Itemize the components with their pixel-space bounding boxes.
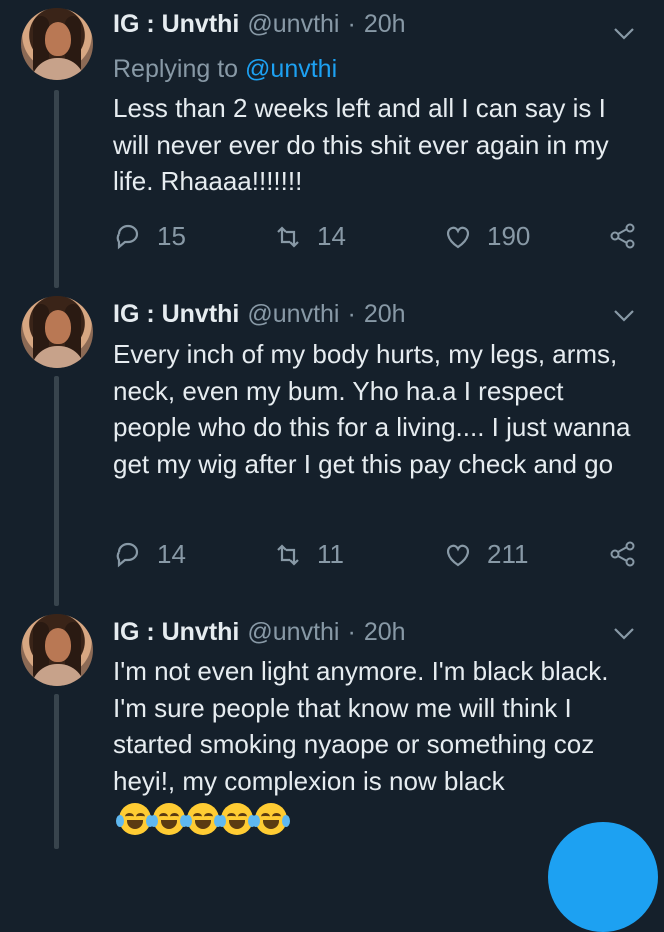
- like-button[interactable]: 190: [443, 221, 530, 252]
- separator: ·: [347, 299, 356, 328]
- chevron-down-icon[interactable]: [612, 622, 636, 646]
- face-with-tears-of-joy-icon: [218, 803, 256, 836]
- face-with-tears-of-joy-icon: [252, 803, 290, 836]
- avatar[interactable]: [21, 296, 93, 368]
- face-with-tears-of-joy-icon: [150, 803, 188, 836]
- face-with-tears-of-joy-icon: [116, 803, 154, 836]
- timestamp[interactable]: 20h: [364, 10, 406, 39]
- tweet-text: Every inch of my body hurts, my legs, ar…: [113, 339, 631, 479]
- compose-tweet-button[interactable]: [548, 822, 658, 932]
- separator: ·: [347, 617, 356, 646]
- reply-button[interactable]: 15: [113, 221, 186, 252]
- heart-icon: [446, 226, 470, 248]
- retweet-button[interactable]: 11: [273, 539, 344, 570]
- like-count: 190: [487, 221, 531, 251]
- avatar[interactable]: [21, 614, 93, 686]
- tweet-header: IG : Unvthi @unvthi · 20h: [113, 296, 406, 332]
- replying-mention[interactable]: @unvthi: [245, 55, 337, 83]
- share-button[interactable]: [608, 221, 638, 251]
- retweet-count: 11: [317, 539, 344, 569]
- retweet-icon: [277, 225, 299, 248]
- tweet[interactable]: IG : Unvthi @unvthi · 20h I'm not even l…: [0, 610, 664, 849]
- handle[interactable]: @unvthi: [247, 618, 339, 647]
- replying-prefix: Replying to: [113, 55, 239, 83]
- thread-line: [54, 376, 59, 606]
- like-button[interactable]: 211: [443, 539, 528, 570]
- retweet-button[interactable]: 14: [273, 221, 346, 252]
- timestamp[interactable]: 20h: [364, 618, 406, 647]
- timestamp[interactable]: 20h: [364, 300, 406, 329]
- retweet-count: 14: [317, 221, 346, 251]
- tweet-actions: 15 14 190: [113, 221, 643, 257]
- emoji-row: [116, 803, 290, 836]
- reply-button[interactable]: 14: [113, 539, 186, 570]
- heart-icon: [446, 544, 470, 566]
- tweet-actions: 14 11 211: [113, 539, 643, 575]
- reply-count: 15: [157, 221, 186, 251]
- display-name[interactable]: IG : Unvthi: [113, 10, 239, 39]
- tweet[interactable]: IG : Unvthi @unvthi · 20h Replying to @u…: [0, 0, 664, 290]
- share-button[interactable]: [608, 539, 638, 569]
- like-count: 211: [487, 539, 529, 569]
- chevron-down-icon[interactable]: [612, 22, 636, 46]
- handle[interactable]: @unvthi: [247, 10, 339, 39]
- reply-count: 14: [157, 539, 186, 569]
- share-icon: [610, 223, 635, 249]
- thread-line: [54, 90, 59, 288]
- face-with-tears-of-joy-icon: [184, 803, 222, 836]
- replying-to: Replying to @unvthi: [113, 55, 337, 84]
- share-icon: [610, 541, 635, 567]
- display-name[interactable]: IG : Unvthi: [113, 300, 239, 329]
- tweet-header: IG : Unvthi @unvthi · 20h: [113, 6, 406, 42]
- separator: ·: [347, 9, 356, 38]
- tweet-header: IG : Unvthi @unvthi · 20h: [113, 614, 406, 650]
- thread-line: [54, 694, 59, 849]
- reply-icon: [116, 224, 139, 249]
- retweet-icon: [277, 543, 299, 566]
- handle[interactable]: @unvthi: [247, 300, 339, 329]
- tweet[interactable]: IG : Unvthi @unvthi · 20h Every inch of …: [0, 290, 664, 610]
- tweet-text-content: I'm not even light anymore. I'm black bl…: [113, 656, 609, 796]
- avatar[interactable]: [21, 8, 93, 80]
- reply-icon: [116, 542, 139, 567]
- chevron-down-icon[interactable]: [612, 304, 636, 328]
- tweet-text: I'm not even light anymore. I'm black bl…: [113, 653, 648, 836]
- tweet-text: Less than 2 weeks left and all I can say…: [113, 93, 609, 196]
- display-name[interactable]: IG : Unvthi: [113, 618, 239, 647]
